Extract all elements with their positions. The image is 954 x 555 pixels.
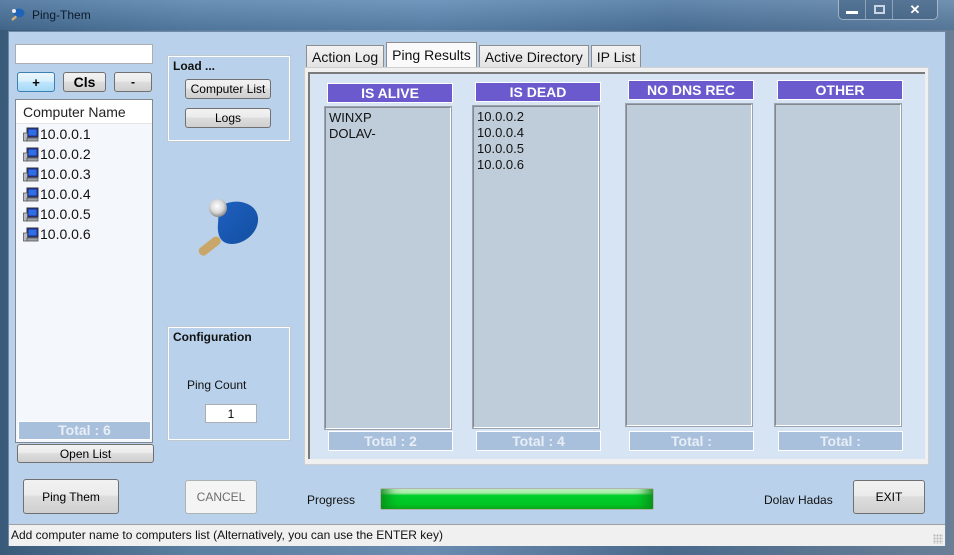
app-icon — [11, 8, 25, 21]
computer-name: 10.0.0.1 — [40, 126, 91, 142]
configuration-title: Configuration — [173, 330, 252, 344]
close-button[interactable]: ✕ — [893, 0, 937, 19]
is-alive-header: IS ALIVE — [327, 83, 453, 103]
computer-items: 10.0.0.1 10.0.0.2 10.0.0.3 10.0.0.4 10.0.0.5… — [16, 124, 152, 244]
is-dead-header: IS DEAD — [475, 82, 601, 102]
author-label: Dolav Hadas — [764, 493, 833, 507]
is-alive-list-item[interactable]: DOLAV- — [329, 126, 447, 142]
computer-name-column-header[interactable]: Computer Name — [16, 100, 152, 124]
window-title: Ping-Them — [32, 8, 91, 22]
configuration-group: Configuration Ping Count — [167, 326, 291, 441]
tab-bar: Action Log Ping Results Active Directory IP… — [306, 42, 643, 68]
computer-list[interactable]: Computer Name 10.0.0.1 10.0.0.2 10.0.0.3 10… — [15, 99, 153, 443]
computer-name-input[interactable] — [15, 44, 153, 64]
no-dns-rec-list[interactable] — [625, 103, 753, 427]
is-dead-list-item[interactable]: 10.0.0.6 — [477, 157, 595, 173]
computer-total: Total : 6 — [18, 421, 151, 440]
computer-list-item[interactable]: 10.0.0.2 — [16, 144, 152, 164]
is-alive-total: Total : 2 — [328, 431, 453, 451]
tab-panel-ping-results: IS ALIVE WINXP DOLAV- Total : 2 IS DEAD 10.0.… — [304, 67, 929, 465]
is-dead-total: Total : 4 — [476, 431, 601, 451]
is-alive-list-item[interactable]: WINXP — [329, 110, 447, 126]
computer-name: 10.0.0.6 — [40, 226, 91, 242]
ping-count-label: Ping Count — [187, 378, 247, 392]
computer-icon — [23, 227, 39, 241]
is-dead-list-item[interactable]: 10.0.0.5 — [477, 141, 595, 157]
computer-icon — [23, 167, 39, 181]
is-alive-list[interactable]: WINXP DOLAV- — [324, 106, 452, 430]
maximize-button[interactable] — [866, 0, 893, 19]
computer-name: 10.0.0.4 — [40, 186, 91, 202]
no-dns-rec-total: Total : — [629, 431, 754, 451]
computer-icon — [23, 207, 39, 221]
open-list-button[interactable]: Open List — [17, 444, 154, 463]
computer-list-item[interactable]: 10.0.0.1 — [16, 124, 152, 144]
is-dead-list[interactable]: 10.0.0.2 10.0.0.4 10.0.0.5 10.0.0.6 — [472, 105, 600, 429]
tab-ping-results[interactable]: Ping Results — [386, 42, 477, 68]
computer-name: 10.0.0.5 — [40, 206, 91, 222]
ping-results-area: IS ALIVE WINXP DOLAV- Total : 2 IS DEAD 10.0.… — [308, 72, 925, 459]
progress-fill — [381, 489, 653, 509]
ping-count-input[interactable] — [205, 404, 257, 423]
minimize-button[interactable] — [839, 0, 866, 19]
title-bar: Ping-Them ✕ — [0, 0, 954, 30]
computer-icon — [23, 127, 39, 141]
close-icon: ✕ — [909, 1, 921, 17]
load-logs-button[interactable]: Logs — [185, 108, 271, 128]
computer-list-item[interactable]: 10.0.0.5 — [16, 204, 152, 224]
progress-label: Progress — [307, 493, 356, 507]
status-bar: Add computer name to computers list (Alt… — [9, 524, 945, 546]
computer-list-item[interactable]: 10.0.0.4 — [16, 184, 152, 204]
exit-button[interactable]: EXIT — [853, 480, 925, 514]
clear-list-button[interactable]: Cls — [63, 72, 106, 92]
resize-grip[interactable] — [933, 534, 943, 544]
main-window: + Cls - Computer Name 10.0.0.1 10.0.0.2 10… — [8, 31, 946, 546]
tab-active-directory[interactable]: Active Directory — [478, 45, 589, 68]
minimize-icon — [846, 11, 858, 14]
load-group-title: Load ... — [173, 59, 215, 73]
tab-ip-list[interactable]: IP List — [590, 45, 642, 68]
add-computer-button[interactable]: + — [17, 72, 55, 92]
computer-name: 10.0.0.2 — [40, 146, 91, 162]
computer-icon — [23, 147, 39, 161]
load-computer-list-button[interactable]: Computer List — [185, 79, 271, 99]
computer-icon — [23, 187, 39, 201]
no-dns-rec-header: NO DNS REC — [628, 80, 754, 100]
computer-list-item[interactable]: 10.0.0.6 — [16, 224, 152, 244]
ping-pong-paddle-icon — [198, 199, 259, 256]
progress-bar — [380, 488, 654, 510]
cancel-button[interactable]: CANCEL — [185, 480, 257, 514]
status-text: Add computer name to computers list (Alt… — [11, 528, 443, 542]
window-controls: ✕ — [838, 0, 938, 20]
other-total: Total : — [778, 431, 903, 451]
computer-name: 10.0.0.3 — [40, 166, 91, 182]
ping-them-button[interactable]: Ping Them — [23, 479, 119, 514]
maximize-icon — [873, 5, 885, 14]
remove-computer-button[interactable]: - — [114, 72, 152, 92]
is-dead-list-item[interactable]: 10.0.0.2 — [477, 109, 595, 125]
computer-list-item[interactable]: 10.0.0.3 — [16, 164, 152, 184]
load-group: Load ... Computer List Logs — [167, 55, 291, 142]
tab-action-log[interactable]: Action Log — [306, 45, 385, 68]
is-dead-list-item[interactable]: 10.0.0.4 — [477, 125, 595, 141]
other-header: OTHER — [777, 80, 903, 100]
other-list[interactable] — [774, 103, 902, 427]
